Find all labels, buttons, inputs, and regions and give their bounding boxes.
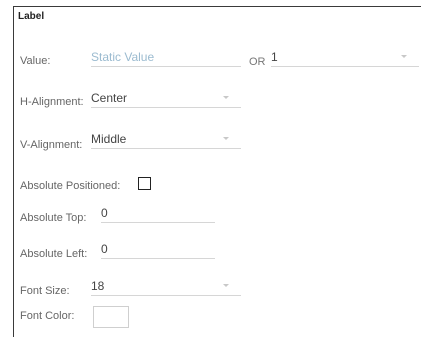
absolute-left-value: 0 [101, 242, 108, 256]
value-label: Value: [20, 55, 51, 67]
h-alignment-select[interactable]: Center [91, 91, 241, 108]
h-alignment-label: H-Alignment: [20, 96, 84, 108]
absolute-positioned-label: Absolute Positioned: [20, 180, 121, 192]
panel-title: Label [18, 11, 45, 22]
absolute-left-input[interactable]: 0 [101, 242, 215, 259]
v-alignment-select[interactable]: Middle [91, 132, 241, 149]
absolute-positioned-checkbox[interactable] [138, 177, 151, 190]
font-size-value: 18 [91, 279, 105, 293]
chevron-down-icon [401, 55, 407, 58]
or-label: OR [249, 56, 266, 68]
font-size-label: Font Size: [20, 285, 70, 297]
v-alignment-label: V-Alignment: [20, 139, 83, 151]
chevron-down-icon [223, 96, 229, 99]
value-source-select-value: 1 [271, 50, 278, 64]
font-color-label: Font Color: [20, 310, 75, 322]
static-value-input[interactable]: Static Value [91, 50, 241, 67]
static-value-placeholder: Static Value [91, 50, 155, 64]
h-alignment-value: Center [91, 91, 128, 105]
absolute-left-label: Absolute Left: [20, 248, 88, 260]
font-color-swatch[interactable] [93, 306, 129, 328]
font-size-select[interactable]: 18 [91, 279, 241, 296]
value-source-select[interactable]: 1 [271, 50, 419, 67]
absolute-top-value: 0 [101, 206, 108, 220]
chevron-down-icon [223, 137, 229, 140]
absolute-top-input[interactable]: 0 [101, 206, 215, 223]
v-alignment-value: Middle [91, 132, 127, 146]
chevron-down-icon [223, 284, 229, 287]
absolute-top-label: Absolute Top: [20, 212, 87, 224]
